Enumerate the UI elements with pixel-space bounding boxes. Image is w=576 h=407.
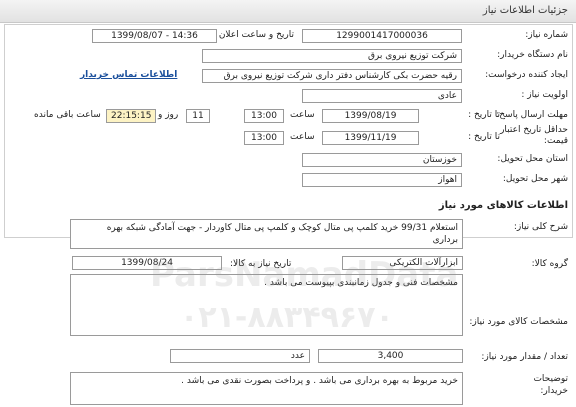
announce-field: 1399/08/07 - 14:36	[92, 29, 217, 43]
buyer-label: نام دستگاه خریدار:	[497, 50, 568, 60]
price-time-label: ساعت	[290, 132, 315, 142]
price-date-field: 1399/11/19	[322, 131, 419, 145]
page-header: جزئیات اطلاعات نیاز	[0, 0, 576, 23]
summary-line-2: برداری	[432, 235, 458, 245]
qty-field: 3,400	[318, 349, 463, 363]
summary-field: استعلام 99/31 خرید کلمپ پی متال کوچک و ک…	[70, 219, 463, 249]
buyer-notes-field: خرید مربوط به بهره برداری می باشد . و پر…	[70, 372, 463, 405]
price-validity-label-2: قیمت:	[543, 136, 568, 146]
priority-label: اولویت نیاز :	[521, 90, 568, 100]
send-time-field: 13:00	[244, 109, 284, 123]
buyer-field: شرکت توزیع نیروی برق	[202, 49, 462, 63]
need-number-field: 1299001417000036	[302, 29, 462, 43]
watermark-brand: ParsNamadData	[150, 255, 459, 295]
buyer-notes-label-2: خریدار:	[540, 386, 568, 396]
creator-label: ایجاد کننده درخواست:	[485, 70, 568, 80]
remaining-time-field: 22:15:15	[106, 109, 156, 123]
summary-line-1: استعلام 99/31 خرید کلمپ پی متال کوچک و ک…	[106, 223, 458, 233]
send-date-field: 1399/08/19	[322, 109, 419, 123]
days-field: 11	[186, 109, 210, 123]
send-time-label: ساعت	[290, 110, 315, 120]
day-and-label: روز و	[158, 110, 179, 120]
priority-field: عادی	[302, 89, 462, 103]
until-date-label: تا تاریخ :	[468, 110, 500, 120]
buyer-notes-label: توضیحات	[533, 374, 568, 384]
province-label: استان محل تحویل:	[497, 154, 568, 164]
city-label: شهر محل تحویل:	[502, 174, 568, 184]
province-field: خوزستان	[302, 153, 462, 167]
watermark-phone: ۰۲۱-۸۸۳۴۹۶۷۰	[180, 300, 394, 335]
page-title: جزئیات اطلاعات نیاز	[482, 5, 568, 16]
price-until-date-label: تا تاریخ :	[468, 132, 500, 142]
send-deadline-label: مهلت ارسال پاسخ:	[496, 110, 568, 120]
unit-field: عدد	[170, 349, 310, 363]
buyer-contact-link[interactable]: اطلاعات تماس خریدار	[80, 70, 177, 80]
specs-label: مشخصات کالای مورد نیاز:	[469, 317, 568, 327]
price-time-field: 13:00	[244, 131, 284, 145]
remaining-label: ساعت باقی مانده	[34, 110, 101, 120]
city-field: اهواز	[302, 173, 462, 187]
goods-section-title: اطلاعات کالاهای مورد نیاز	[438, 200, 568, 211]
summary-label: شرح کلی نیاز:	[513, 222, 568, 232]
price-validity-label: حداقل تاریخ اعتبار	[500, 125, 568, 135]
qty-label: تعداد / مقدار مورد نیاز:	[481, 352, 568, 362]
creator-field: رقیه حضرت بکی کارشناس دفتر داری شرکت توز…	[202, 69, 462, 83]
group-label: گروه کالا:	[531, 259, 568, 269]
need-number-label: شماره نیاز:	[525, 30, 568, 40]
